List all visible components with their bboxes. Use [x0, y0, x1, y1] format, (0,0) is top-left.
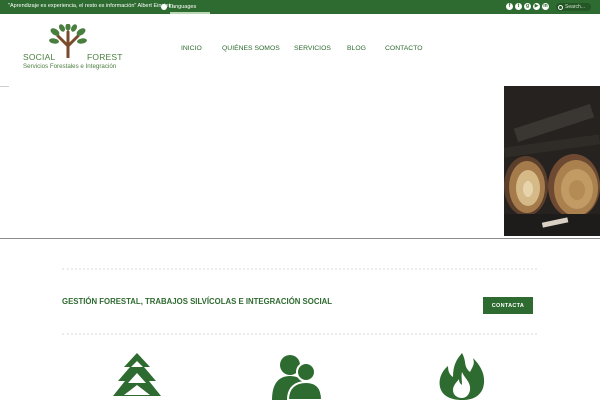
nav-item-contacto[interactable]: CONTACTO: [385, 45, 423, 52]
youtube-icon[interactable]: ▶: [533, 3, 540, 10]
banner-title: GESTIÓN FORESTAL, TRABAJOS SILVÍCOLAS E …: [62, 297, 333, 306]
social-links: f t g ▶ in: [506, 3, 549, 10]
nav-item-servicios[interactable]: SERVICIOS: [294, 45, 331, 52]
google-plus-icon[interactable]: g: [524, 3, 531, 10]
nav-active-indicator: [170, 12, 210, 14]
logo-tagline: Servicios Forestales e Integración: [23, 63, 117, 70]
hero-image-logs: [504, 86, 600, 236]
nav-item-blog[interactable]: BLOG: [347, 45, 366, 52]
search-icon: [558, 4, 563, 10]
logo-word-forest: FOREST: [87, 52, 123, 62]
pine-tree-icon: [113, 353, 161, 396]
search-input[interactable]: [565, 4, 591, 10]
languages-label: Languages: [169, 4, 197, 10]
twitter-icon[interactable]: t: [515, 3, 522, 10]
hero-slider: [0, 86, 600, 238]
contacta-button[interactable]: CONTACTA: [483, 297, 533, 314]
hero-bottom-border: [0, 238, 600, 239]
search-box: [556, 3, 591, 11]
people-icon: [272, 355, 322, 400]
top-bar: "Aprendizaje es experiencia, el resto es…: [0, 0, 600, 14]
facebook-icon[interactable]: f: [506, 3, 513, 10]
globe-icon: [161, 4, 167, 10]
linkedin-icon[interactable]: in: [542, 3, 549, 10]
logo-word-social: SOCIAL: [23, 52, 56, 62]
top-quote: "Aprendizaje es experiencia, el resto es…: [8, 3, 174, 9]
nav-item-inicio[interactable]: INICIO: [181, 45, 202, 52]
languages-selector[interactable]: Languages: [161, 2, 196, 12]
log-pile-image: [504, 86, 600, 236]
site-logo[interactable]: SOCIAL FOREST Servicios Forestales e Int…: [22, 24, 126, 74]
dotted-divider: [62, 333, 537, 335]
fire-icon: [439, 353, 485, 400]
dotted-divider: [62, 268, 537, 270]
nav-item-quienes-somos[interactable]: QUIÉNES SOMOS: [222, 45, 280, 52]
slider-edge-mark: [0, 86, 9, 87]
